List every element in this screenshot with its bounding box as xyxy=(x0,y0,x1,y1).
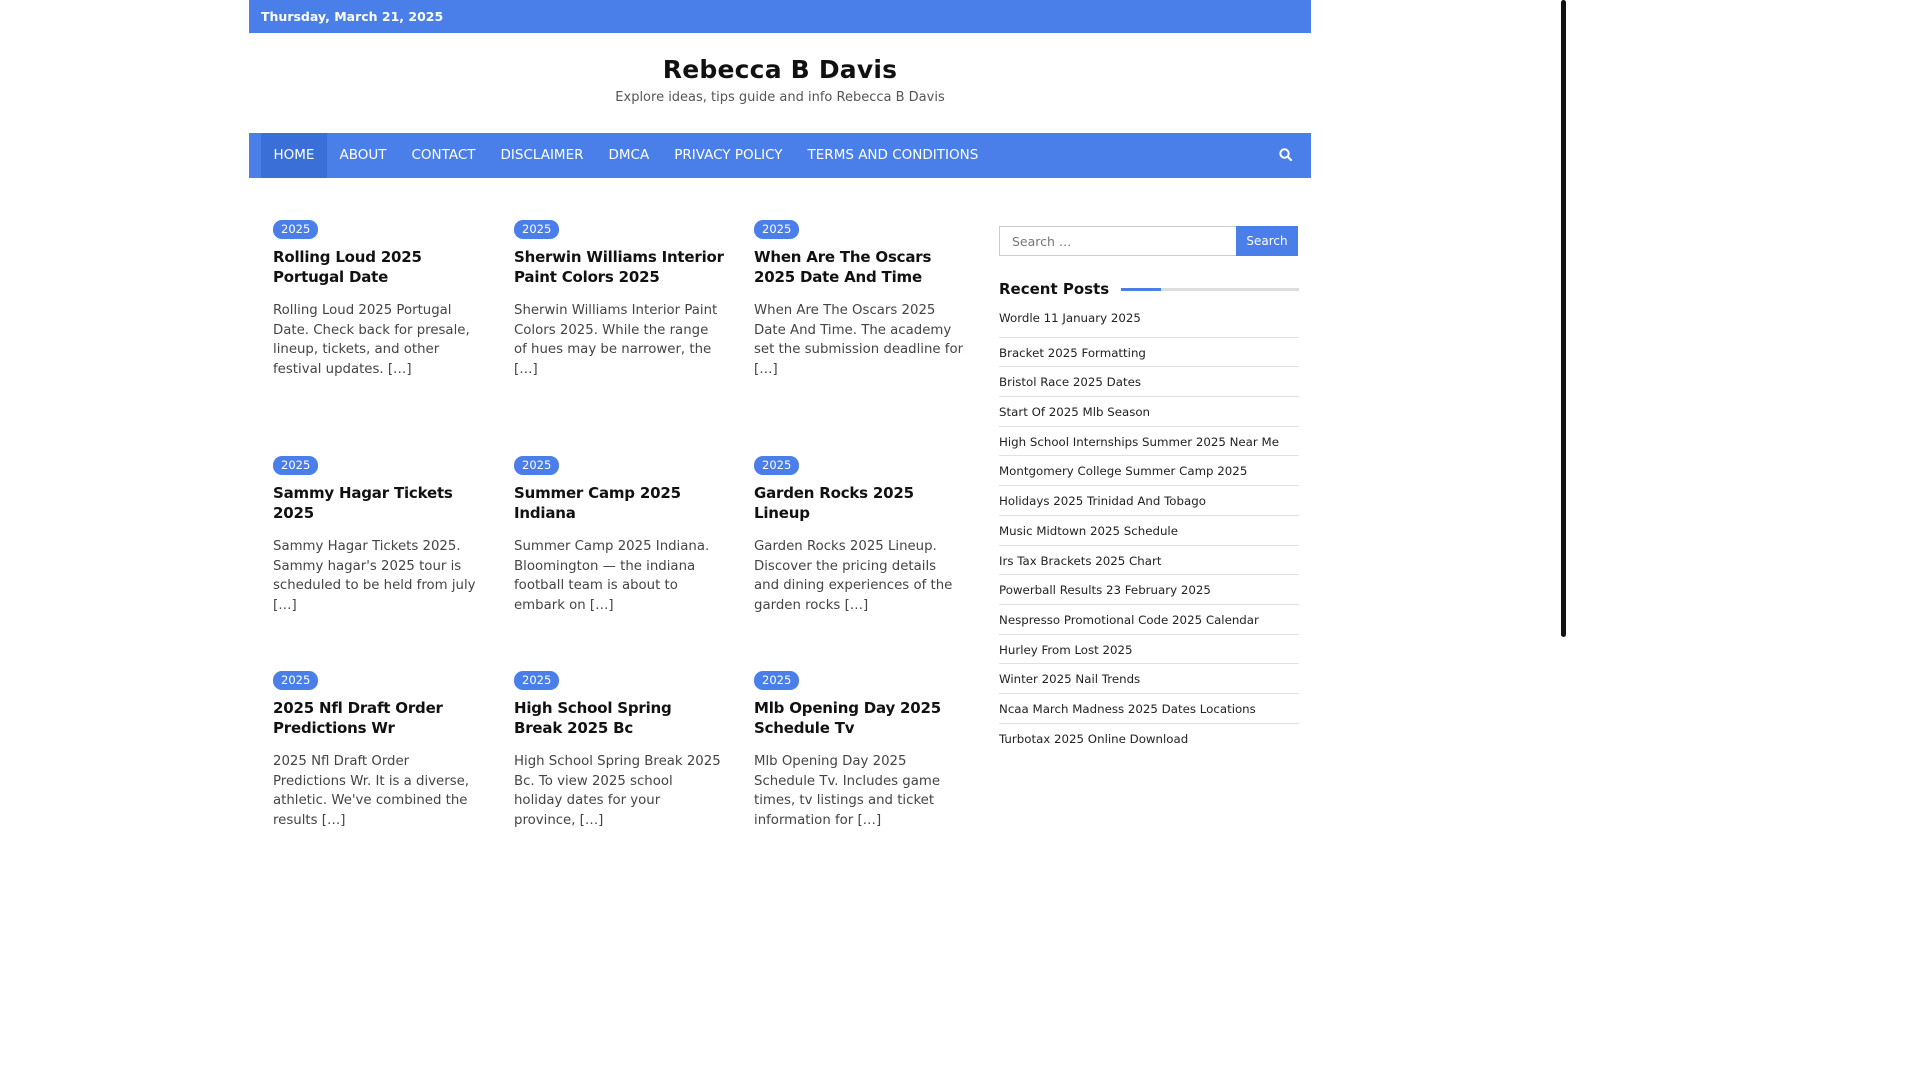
post-card: 2025 Mlb Opening Day 2025 Schedule Tv Ml… xyxy=(754,669,964,830)
post-excerpt: Sherwin Williams Interior Paint Colors 2… xyxy=(514,303,718,377)
nav-item-about[interactable]: ABOUT xyxy=(327,133,399,178)
post-card: 2025 Summer Camp 2025 Indiana Summer Cam… xyxy=(514,454,724,615)
category-badge[interactable]: 2025 xyxy=(514,456,560,475)
scrollbar-thumb[interactable] xyxy=(1561,0,1566,637)
post-card: 2025 Garden Rocks 2025 Lineup Garden Roc… xyxy=(754,454,964,615)
recent-post-link[interactable]: Wordle 11 January 2025 xyxy=(999,308,1299,338)
nav-item-home[interactable]: HOME xyxy=(261,133,327,178)
site-branding: Rebecca B Davis Explore ideas, tips guid… xyxy=(249,33,1311,133)
post-excerpt: Summer Camp 2025 Indiana. Bloomington — … xyxy=(514,539,710,613)
post-card: 2025 When Are The Oscars 2025 Date And T… xyxy=(754,218,964,379)
post-card: 2025 Sherwin Williams Interior Paint Col… xyxy=(514,218,724,379)
nav-item-privacy-policy[interactable]: PRIVACY POLICY xyxy=(662,133,795,178)
post-title[interactable]: 2025 Nfl Draft Order Predictions Wr xyxy=(273,698,483,738)
post-card: 2025 High School Spring Break 2025 Bc Hi… xyxy=(514,669,724,830)
category-badge[interactable]: 2025 xyxy=(754,456,800,475)
current-date: Thursday, March 21, 2025 xyxy=(261,9,444,24)
post-title[interactable]: Sammy Hagar Tickets 2025 xyxy=(273,483,483,523)
recent-post-link[interactable]: Turbotax 2025 Online Download xyxy=(999,724,1299,754)
recent-post-link[interactable]: Ncaa March Madness 2025 Dates Locations xyxy=(999,694,1299,724)
category-badge[interactable]: 2025 xyxy=(514,671,560,690)
post-card: 2025 Rolling Loud 2025 Portugal Date Rol… xyxy=(273,218,483,379)
post-excerpt: Sammy Hagar Tickets 2025. Sammy hagar's … xyxy=(273,539,476,613)
page-scrollbar[interactable] xyxy=(1560,0,1568,882)
post-card: 2025 Sammy Hagar Tickets 2025 Sammy Haga… xyxy=(273,454,483,615)
post-title[interactable]: High School Spring Break 2025 Bc xyxy=(514,698,724,738)
main-navigation: HOME ABOUT CONTACT DISCLAIMER DMCA PRIVA… xyxy=(249,133,1311,178)
top-bar: Thursday, March 21, 2025 xyxy=(249,0,1311,33)
category-badge[interactable]: 2025 xyxy=(273,456,319,475)
recent-posts-header: Recent Posts xyxy=(999,280,1299,298)
category-badge[interactable]: 2025 xyxy=(754,220,800,239)
recent-post-link[interactable]: Start Of 2025 Mlb Season xyxy=(999,397,1299,427)
post-excerpt: Rolling Loud 2025 Portugal Date. Check b… xyxy=(273,303,470,377)
recent-post-link[interactable]: Hurley From Lost 2025 xyxy=(999,635,1299,665)
recent-posts-title: Recent Posts xyxy=(999,280,1110,298)
recent-posts-list: Wordle 11 January 2025 Bracket 2025 Form… xyxy=(999,308,1299,753)
nav-item-dmca[interactable]: DMCA xyxy=(596,133,662,178)
recent-post-link[interactable]: Montgomery College Summer Camp 2025 xyxy=(999,456,1299,487)
recent-post-link[interactable]: Bracket 2025 Formatting xyxy=(999,338,1299,368)
recent-post-link[interactable]: Powerball Results 23 February 2025 xyxy=(999,575,1299,605)
post-title[interactable]: When Are The Oscars 2025 Date And Time xyxy=(754,247,964,287)
post-title[interactable]: Rolling Loud 2025 Portugal Date xyxy=(273,247,483,287)
recent-post-link[interactable]: Bristol Race 2025 Dates xyxy=(999,367,1299,398)
category-badge[interactable]: 2025 xyxy=(273,220,319,239)
recent-post-link[interactable]: Holidays 2025 Trinidad And Tobago xyxy=(999,486,1299,516)
search-icon[interactable] xyxy=(1277,146,1295,164)
nav-item-terms[interactable]: TERMS AND CONDITIONS xyxy=(795,133,991,178)
category-badge[interactable]: 2025 xyxy=(273,671,319,690)
category-badge[interactable]: 2025 xyxy=(754,671,800,690)
category-badge[interactable]: 2025 xyxy=(514,220,560,239)
post-excerpt: When Are The Oscars 2025 Date And Time. … xyxy=(754,303,964,377)
recent-post-link[interactable]: Music Midtown 2025 Schedule xyxy=(999,516,1299,546)
post-title[interactable]: Mlb Opening Day 2025 Schedule Tv xyxy=(754,698,964,738)
post-title[interactable]: Garden Rocks 2025 Lineup xyxy=(754,483,964,523)
sidebar-search-input[interactable] xyxy=(999,226,1236,256)
post-excerpt: 2025 Nfl Draft Order Predictions Wr. It … xyxy=(273,754,470,828)
post-title[interactable]: Sherwin Williams Interior Paint Colors 2… xyxy=(514,247,724,287)
nav-item-disclaimer[interactable]: DISCLAIMER xyxy=(488,133,596,178)
post-excerpt: Garden Rocks 2025 Lineup. Discover the p… xyxy=(754,539,953,613)
recent-post-link[interactable]: Winter 2025 Nail Trends xyxy=(999,664,1299,694)
site-title[interactable]: Rebecca B Davis xyxy=(249,33,1311,84)
recent-post-link[interactable]: Nespresso Promotional Code 2025 Calendar xyxy=(999,605,1299,635)
site-description: Explore ideas, tips guide and info Rebec… xyxy=(615,90,945,105)
post-excerpt: High School Spring Break 2025 Bc. To vie… xyxy=(514,754,721,828)
title-divider xyxy=(1121,287,1299,291)
post-title[interactable]: Summer Camp 2025 Indiana xyxy=(514,483,724,523)
sidebar: Search Recent Posts Wordle 11 January 20… xyxy=(999,226,1299,753)
recent-post-link[interactable]: High School Internships Summer 2025 Near… xyxy=(999,427,1299,457)
recent-post-link[interactable]: Irs Tax Brackets 2025 Chart xyxy=(999,546,1299,576)
sidebar-search-form: Search xyxy=(999,226,1299,256)
nav-item-contact[interactable]: CONTACT xyxy=(399,133,488,178)
post-card: 2025 2025 Nfl Draft Order Predictions Wr… xyxy=(273,669,483,830)
site-header-wrapper: Thursday, March 21, 2025 Rebecca B Davis… xyxy=(249,0,1311,178)
sidebar-search-button[interactable]: Search xyxy=(1236,226,1298,256)
post-excerpt: Mlb Opening Day 2025 Schedule Tv. Includ… xyxy=(754,754,941,828)
